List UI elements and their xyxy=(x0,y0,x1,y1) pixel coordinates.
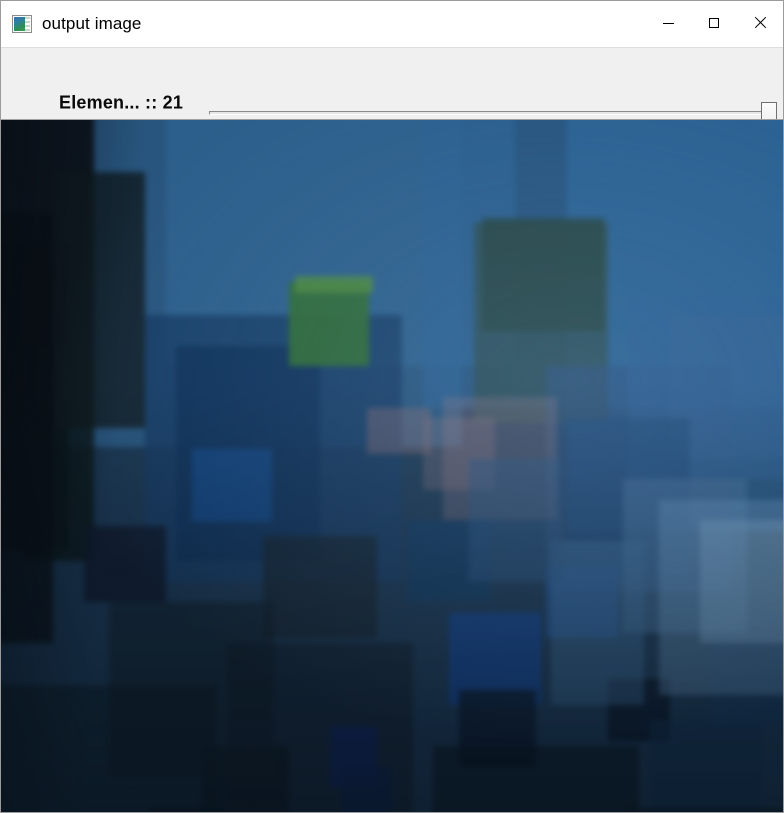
artwork-rect xyxy=(482,217,604,331)
generated-artwork xyxy=(1,120,783,812)
element-slider-label: Elemen... :: 21 xyxy=(59,92,184,113)
artwork-rect xyxy=(227,643,413,812)
close-icon xyxy=(754,17,766,29)
artwork-rect xyxy=(628,807,783,812)
maximize-icon xyxy=(709,18,719,28)
application-window: output image Elemen... :: 21 xyxy=(0,0,784,813)
artwork-rect xyxy=(52,171,146,429)
artwork-rect xyxy=(469,458,562,582)
artwork-rect xyxy=(83,525,166,603)
artwork-rect xyxy=(367,407,432,454)
window-controls xyxy=(645,1,783,45)
artwork-rect xyxy=(295,276,374,293)
artwork-rect xyxy=(700,520,783,644)
window-title: output image xyxy=(42,14,142,33)
artwork-rect xyxy=(289,282,370,367)
artwork-rect-layer xyxy=(1,120,783,812)
artwork-rect xyxy=(433,746,639,812)
maximize-button[interactable] xyxy=(691,1,737,45)
toolbar: Elemen... :: 21 xyxy=(1,47,783,137)
artwork-rect xyxy=(263,535,377,639)
title-bar[interactable]: output image xyxy=(1,1,783,47)
image-icon xyxy=(12,14,32,33)
output-image-canvas xyxy=(1,119,783,812)
artwork-rect xyxy=(1,212,53,644)
artwork-rect xyxy=(551,540,644,706)
slider-track[interactable] xyxy=(209,111,775,115)
minimize-button[interactable] xyxy=(645,1,691,45)
minimize-icon xyxy=(662,22,674,24)
artwork-rect xyxy=(191,448,272,523)
artwork-rect xyxy=(1,684,218,812)
close-button[interactable] xyxy=(737,1,783,45)
artwork-rect xyxy=(649,720,763,812)
